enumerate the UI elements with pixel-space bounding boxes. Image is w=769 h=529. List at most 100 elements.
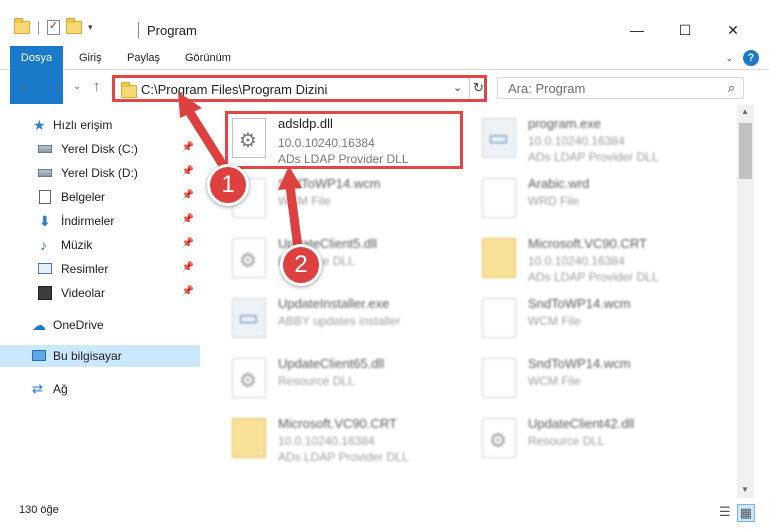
pin-icon[interactable]: 📌 — [182, 262, 194, 273]
file-item[interactable]: SndToWP14.wcm WCM File — [474, 350, 714, 408]
pin-icon[interactable]: 📌 — [182, 142, 194, 153]
sidebar-item-label: Hızlı erişim — [53, 118, 113, 132]
vertical-scrollbar[interactable]: ▲ ▼ — [737, 105, 754, 498]
address-dropdown-icon[interactable]: ⌄ — [453, 81, 462, 94]
sidebar-item-local-disk-c[interactable]: Yerel Disk (C:) 📌 — [0, 138, 200, 160]
file-name: SndToWP14.wcm — [278, 176, 381, 191]
file-item[interactable]: Microsoft.VC90.CRT 10.0.10240.16384 ADs … — [474, 230, 714, 288]
title-bar: ▾ Program — ☐ ✕ — [0, 0, 769, 44]
scroll-thumb[interactable] — [739, 123, 752, 179]
computer-icon — [32, 350, 46, 361]
address-divider — [469, 78, 470, 99]
pin-icon[interactable]: 📌 — [182, 238, 194, 249]
file-name: UpdateClient42.dll — [528, 416, 635, 431]
customize-toolbar-dropdown-icon[interactable]: ▾ — [88, 22, 93, 33]
up-button[interactable]: ↑ — [93, 78, 101, 95]
address-bar[interactable]: C:\Program Files\Program Dizini ⌄ ↻ — [112, 75, 487, 102]
file-item[interactable]: UpdateClient65.dll Resource DLL — [224, 350, 464, 408]
search-box[interactable]: Ara: Program ⌕ — [497, 77, 744, 99]
refresh-icon[interactable]: ↻ — [473, 80, 484, 96]
step-1-badge: 1 — [207, 164, 249, 206]
file-name: UpdateClient65.dll — [278, 356, 385, 371]
toolbar-separator — [38, 20, 39, 35]
file-item[interactable]: UpdateClient42.dll Resource DLL — [474, 410, 714, 468]
quick-access-toolbar: ▾ — [14, 18, 93, 35]
videos-icon — [38, 286, 52, 300]
sidebar-item-onedrive[interactable]: ☁ OneDrive — [0, 314, 200, 336]
file-name: Microsoft.VC90.CRT — [278, 416, 397, 431]
file-item[interactable]: UpdateInstaller.exe ABBY updates install… — [224, 290, 464, 348]
exe-file-icon — [232, 298, 266, 338]
pin-icon[interactable]: 📌 — [182, 214, 194, 225]
maximize-button[interactable]: ☐ — [662, 17, 708, 43]
new-folder-icon[interactable] — [66, 18, 82, 34]
file-item[interactable]: SndToWP14.wcm WCM File — [474, 290, 714, 348]
status-bar: 130 öğe ☰ ▦ — [0, 498, 769, 529]
file-item[interactable]: Microsoft.VC90.CRT 10.0.10240.16384 ADs … — [224, 410, 464, 468]
sidebar-item-label: Resimler — [61, 262, 109, 276]
sidebar-item-music[interactable]: ♪ Müzik 📌 — [0, 234, 200, 256]
folder-icon — [482, 238, 516, 278]
tab-share[interactable]: Paylaş — [127, 46, 160, 70]
navigation-bar: ← → ⌄ ↑ C:\Program Files\Program Dizini … — [0, 72, 769, 104]
scroll-down-icon[interactable]: ▼ — [741, 485, 749, 494]
details-view-icon[interactable]: ☰ — [719, 504, 731, 522]
back-button[interactable]: ← — [18, 78, 33, 95]
sidebar-item-pictures[interactable]: Resimler 📌 — [0, 258, 200, 280]
file-name: Arabic.wrd — [528, 176, 590, 191]
pictures-icon — [38, 263, 52, 274]
item-count: 130 öğe — [19, 504, 59, 516]
sidebar-item-label: Bu bilgisayar — [53, 349, 122, 363]
ribbon-right-controls: ⌄ ? — [725, 50, 759, 66]
sidebar-item-label: Yerel Disk (D:) — [61, 166, 138, 180]
document-file-icon — [482, 358, 516, 398]
documents-icon — [39, 190, 51, 204]
sidebar-item-local-disk-d[interactable]: Yerel Disk (D:) 📌 — [0, 162, 200, 184]
file-type: WCM File — [278, 194, 331, 208]
file-item[interactable]: Arabic.wrd WRD File — [474, 170, 714, 228]
sidebar-item-videos[interactable]: Videolar 📌 — [0, 282, 200, 304]
file-item[interactable]: UpdateClient5.dll Resource DLL — [224, 230, 464, 288]
file-name: UpdateInstaller.exe — [278, 296, 390, 311]
star-icon: ★ — [33, 117, 46, 133]
file-name: SndToWP14.wcm — [528, 356, 631, 371]
sidebar-item-quick-access[interactable]: ★ Hızlı erişim — [0, 114, 200, 136]
folder-icon[interactable] — [14, 18, 30, 34]
expand-ribbon-icon[interactable]: ⌄ — [725, 53, 733, 64]
sidebar-item-label: Müzik — [61, 238, 93, 252]
sidebar-item-downloads[interactable]: ⬇ İndirmeler 📌 — [0, 210, 200, 232]
cloud-icon: ☁ — [32, 317, 46, 333]
minimize-button[interactable]: — — [614, 17, 660, 43]
sidebar-item-network[interactable]: ⇄ Ağ — [0, 378, 200, 400]
properties-icon[interactable] — [47, 19, 60, 35]
window-title: Program — [147, 23, 197, 38]
file-name: program.exe — [528, 116, 601, 131]
file-name: Microsoft.VC90.CRT — [528, 236, 647, 251]
step-2-badge: 2 — [280, 244, 322, 286]
tiles-view-icon[interactable]: ▦ — [736, 504, 755, 522]
tab-view[interactable]: Görünüm — [185, 46, 231, 70]
sidebar-item-this-pc[interactable]: Bu bilgisayar — [0, 345, 200, 367]
help-icon[interactable]: ? — [743, 50, 759, 66]
folder-icon — [121, 82, 137, 98]
sidebar-item-label: Belgeler — [61, 190, 106, 204]
search-icon[interactable]: ⌕ — [728, 80, 735, 96]
tab-home[interactable]: Giriş — [79, 46, 102, 70]
recent-locations-dropdown[interactable]: ⌄ — [73, 81, 81, 92]
file-description: ADs LDAP Provider DLL — [528, 270, 659, 284]
pin-icon[interactable]: 📌 — [182, 286, 194, 297]
scroll-up-icon[interactable]: ▲ — [741, 107, 749, 116]
pin-icon[interactable]: 📌 — [182, 190, 194, 201]
sidebar-item-documents[interactable]: Belgeler 📌 — [0, 186, 200, 208]
close-button[interactable]: ✕ — [710, 17, 756, 43]
file-item[interactable]: SndToWP14.wcm WCM File — [224, 170, 464, 228]
forward-button[interactable]: → — [47, 78, 62, 95]
highlight-box-dll-file — [225, 111, 463, 169]
pin-icon[interactable]: 📌 — [182, 166, 194, 177]
drive-icon — [38, 145, 52, 153]
dll-file-icon — [232, 358, 266, 398]
file-type: WCM File — [528, 314, 581, 328]
address-path[interactable]: C:\Program Files\Program Dizini — [141, 82, 327, 97]
file-item[interactable]: program.exe 10.0.10240.16384 ADs LDAP Pr… — [474, 110, 714, 168]
sidebar-item-label: Yerel Disk (C:) — [61, 142, 138, 156]
